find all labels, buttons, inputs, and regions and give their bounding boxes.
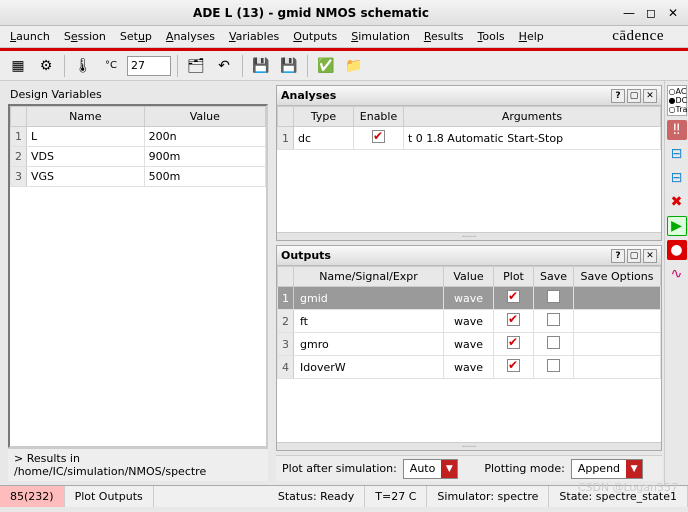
table-row[interactable]: 1dct 0 1.8 Automatic Start-Stop [278, 127, 661, 150]
expand-icon[interactable]: ▢ [627, 89, 641, 103]
close-button[interactable]: ✕ [666, 6, 680, 20]
left-column: Design Variables NameValue 1L200n2VDS900… [0, 81, 272, 485]
status-state: State: spectre_state1 [549, 486, 688, 507]
separator [177, 55, 178, 77]
toolbar: ▦ ⚙ 🌡 °C 🗂 ↶ 💾 💾 ✅ 📁 [0, 51, 688, 81]
menu-outputs[interactable]: Outputs [293, 30, 337, 43]
temperature-input[interactable] [127, 56, 171, 76]
main-area: Design Variables NameValue 1L200n2VDS900… [0, 81, 688, 485]
titlebar: ADE L (13) - gmid NMOS schematic — ◻ ✕ [0, 0, 688, 26]
outputs-table: Name/Signal/Expr Value Plot Save Save Op… [277, 266, 661, 379]
right-sidebar: ○AC ●DC ○Trans ‼ ⊟ ⊟ ✖ ▶ ● ∿ [664, 81, 688, 485]
chevron-down-icon[interactable]: ▼ [441, 460, 457, 478]
close-panel-icon[interactable]: ✕ [643, 249, 657, 263]
outputs-panel: Outputs ? ▢ ✕ Name/Signal/Expr Value Plo… [276, 245, 662, 451]
waveform-icon[interactable]: ∿ [667, 264, 687, 284]
info-icon[interactable]: ‼ [667, 120, 687, 140]
analyses-title: Analyses [281, 89, 336, 102]
close-panel-icon[interactable]: ✕ [643, 89, 657, 103]
plot-checkbox[interactable] [507, 290, 520, 303]
plot-options-bar: Plot after simulation: Auto▼ Plotting mo… [276, 455, 662, 481]
outputs-title: Outputs [281, 249, 331, 262]
resize-handle[interactable]: ┈┈┈ [277, 232, 661, 240]
save-state-icon[interactable]: 💾 [277, 54, 301, 78]
status-simulator: Simulator: spectre [427, 486, 549, 507]
table-row[interactable]: 1L200n [11, 127, 266, 147]
folder-icon[interactable]: 📁 [342, 54, 366, 78]
brand-logo: cādence [612, 28, 664, 45]
table-row[interactable]: 3gmrowave [278, 333, 661, 356]
gear-icon[interactable]: ⚙ [34, 54, 58, 78]
minimize-button[interactable]: — [622, 6, 636, 20]
menu-results[interactable]: Results [424, 30, 464, 43]
table-row[interactable]: 1gmidwave [278, 287, 661, 310]
plot-after-combo[interactable]: Auto▼ [403, 459, 459, 479]
status-temp: T=27 C [365, 486, 427, 507]
status-ready: Status: Ready [268, 486, 365, 507]
maximize-button[interactable]: ◻ [644, 6, 658, 20]
enable-checkbox[interactable] [372, 130, 385, 143]
expand-icon[interactable]: ▢ [627, 249, 641, 263]
thermometer-icon[interactable]: 🌡 [71, 54, 95, 78]
save-checkbox[interactable] [547, 336, 560, 349]
menu-launch[interactable]: Launch [10, 30, 50, 43]
design-variables-table: NameValue 1L200n2VDS900m3VGS500m [10, 106, 266, 187]
delete-icon[interactable]: ✖ [667, 192, 687, 212]
menu-simulation[interactable]: Simulation [351, 30, 410, 43]
analyses-table: TypeEnableArguments 1dct 0 1.8 Automatic… [277, 106, 661, 150]
menubar: Launch Session Setup Analyses Variables … [0, 26, 688, 48]
save-checkbox[interactable] [547, 290, 560, 303]
menu-help[interactable]: Help [519, 30, 544, 43]
back-icon[interactable]: ↶ [212, 54, 236, 78]
separator [307, 55, 308, 77]
table-row[interactable]: 2VDS900m [11, 147, 266, 167]
run-icon[interactable]: ▶ [667, 216, 687, 236]
save-checkbox[interactable] [547, 359, 560, 372]
design-variables-title: Design Variables [8, 85, 268, 104]
record-icon[interactable]: ● [667, 240, 687, 260]
plot-checkbox[interactable] [507, 336, 520, 349]
status-hint: Plot Outputs [65, 486, 154, 507]
table-row[interactable]: 4IdoverWwave [278, 356, 661, 379]
layers-icon[interactable]: 🗂 [184, 54, 208, 78]
check-note-icon[interactable]: ✅ [314, 54, 338, 78]
plot-mode-label: Plotting mode: [484, 462, 564, 475]
save-checkbox[interactable] [547, 313, 560, 326]
menu-setup[interactable]: Setup [120, 30, 152, 43]
col-value: Value [144, 107, 265, 127]
table-row[interactable]: 2ftwave [278, 310, 661, 333]
table-row[interactable]: 3VGS500m [11, 167, 266, 187]
help-icon[interactable]: ? [611, 249, 625, 263]
hierarchy2-icon[interactable]: ⊟ [667, 168, 687, 188]
statusbar: 85(232) Plot Outputs Status: Ready T=27 … [0, 485, 688, 507]
menu-variables[interactable]: Variables [229, 30, 279, 43]
help-icon[interactable]: ? [611, 89, 625, 103]
window-title: ADE L (13) - gmid NMOS schematic [8, 6, 614, 20]
menu-tools[interactable]: Tools [478, 30, 505, 43]
col-name: Name [27, 107, 145, 127]
design-variables-panel: NameValue 1L200n2VDS900m3VGS500m [8, 104, 268, 448]
temp-unit-label: °C [99, 54, 123, 78]
resize-handle[interactable]: ┈┈┈ [277, 442, 661, 450]
plot-after-label: Plot after simulation: [282, 462, 397, 475]
mouse-coords: 85(232) [0, 486, 65, 507]
analyses-panel: Analyses ? ▢ ✕ TypeEnableArguments 1dct … [276, 85, 662, 241]
menu-session[interactable]: Session [64, 30, 106, 43]
results-path: > Results in /home/IC/simulation/NMOS/sp… [8, 448, 268, 481]
separator [64, 55, 65, 77]
plot-mode-combo[interactable]: Append▼ [571, 459, 643, 479]
separator [242, 55, 243, 77]
plot-checkbox[interactable] [507, 313, 520, 326]
plot-checkbox[interactable] [507, 359, 520, 372]
analysis-mode-indicator[interactable]: ○AC ●DC ○Trans [667, 85, 687, 116]
save-icon[interactable]: 💾 [249, 54, 273, 78]
hierarchy-icon[interactable]: ⊟ [667, 144, 687, 164]
chevron-down-icon[interactable]: ▼ [626, 460, 642, 478]
netlist-icon[interactable]: ▦ [6, 54, 30, 78]
menu-analyses[interactable]: Analyses [166, 30, 215, 43]
